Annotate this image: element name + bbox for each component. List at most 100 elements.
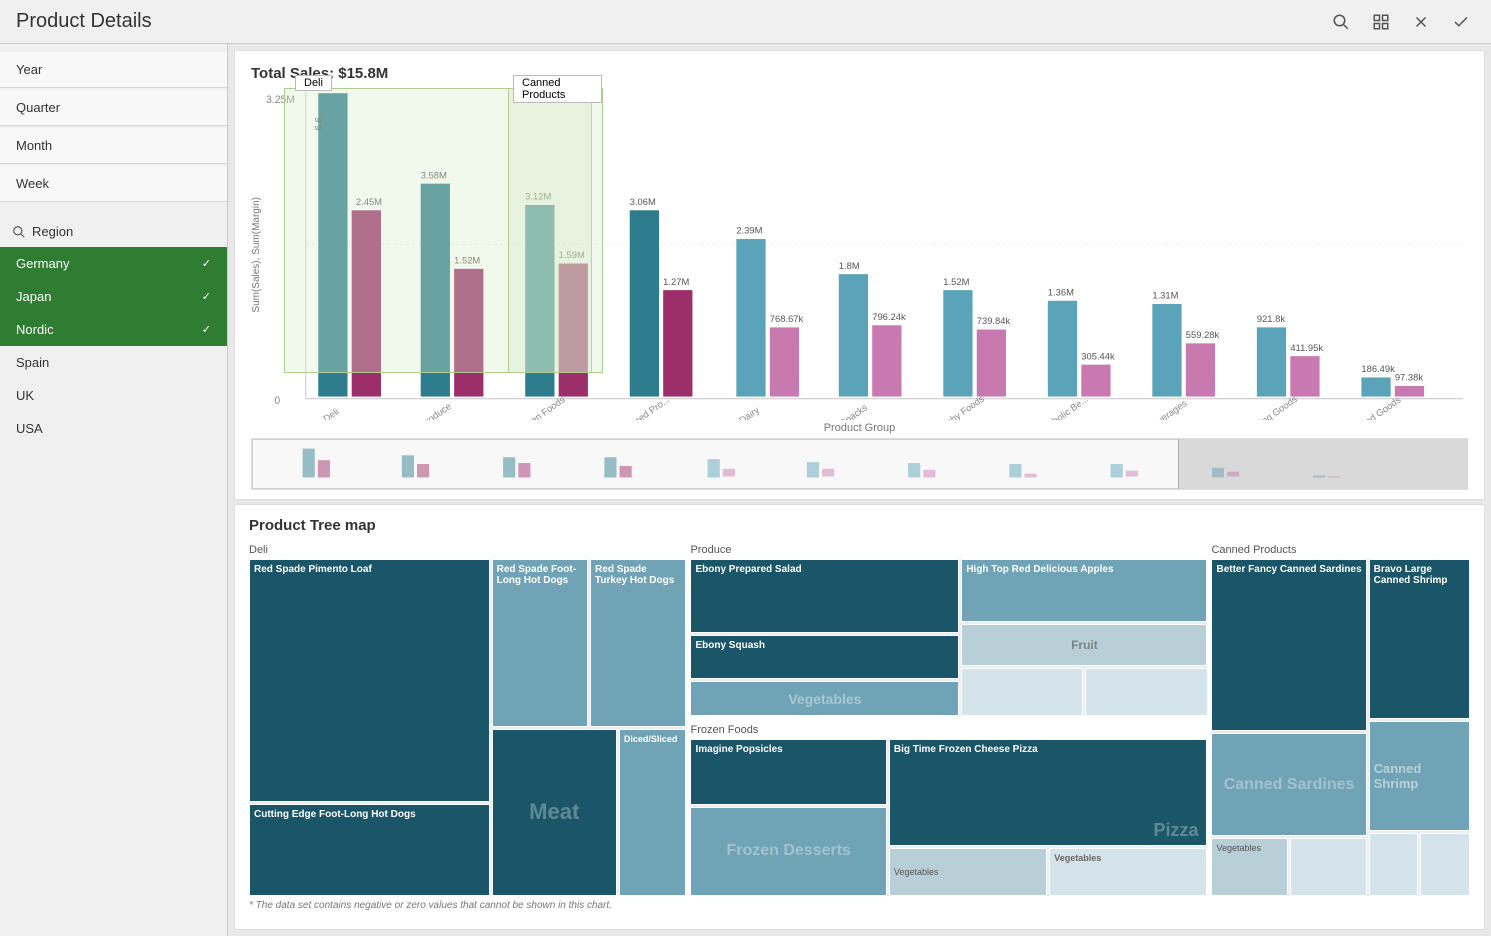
frozen-pizza-label: Big Time Frozen Cheese Pizza <box>894 744 1038 755</box>
produce-cell-salad[interactable]: Ebony Prepared Salad <box>690 559 959 633</box>
close-icon[interactable] <box>1407 8 1435 36</box>
chart-area: Sum(Sales), Sum(Margin) Deli Canned Prod… <box>251 90 1468 420</box>
filter-year[interactable]: Year <box>0 52 227 88</box>
produce-cell-vegetables[interactable]: Vegetables <box>690 681 959 716</box>
region-nordic[interactable]: Nordic ✓ <box>0 313 227 346</box>
canned-cell-sardines-wm[interactable]: Canned Sardines <box>1211 733 1366 836</box>
canned-shrimp-bravo-label: Bravo Large Canned Shrimp <box>1374 564 1465 586</box>
region-section: Region Germany ✓ Japan ✓ Nordic ✓ Spain … <box>0 216 227 936</box>
germany-check: ✓ <box>202 257 211 270</box>
produce-cell-apples[interactable]: High Top Red Delicious Apples <box>961 559 1207 622</box>
treemap-produce-section: Produce Ebony Prepared Salad Ebony Squas… <box>690 544 1207 896</box>
svg-text:768.67k: 768.67k <box>770 314 804 325</box>
treemap-canned-label: Canned Products <box>1211 544 1470 556</box>
deli-turkey-label: Red Spade Turkey Hot Dogs <box>595 564 681 586</box>
produce-squash-label: Ebony Squash <box>695 640 764 651</box>
deli-meat-watermark: Meat <box>529 799 579 825</box>
treemap-frozen-inner: Imagine Popsicles Frozen Desserts <box>690 739 1207 896</box>
nordic-check: ✓ <box>202 323 211 336</box>
svg-text:1.27M: 1.27M <box>663 277 689 288</box>
canned-small-1[interactable] <box>1369 833 1419 896</box>
x-axis-label: Product Group <box>251 422 1468 434</box>
chart-title: Total Sales: $15.8M <box>251 65 1468 82</box>
app-header: Product Details <box>0 0 1491 44</box>
deli-cutting-label: Cutting Edge Foot-Long Hot Dogs <box>254 809 416 820</box>
region-japan[interactable]: Japan ✓ <box>0 280 227 313</box>
frozen-cell-pizza[interactable]: Big Time Frozen Cheese Pizza Pizza <box>889 739 1208 846</box>
filter-month[interactable]: Month <box>0 128 227 164</box>
svg-text:411.95k: 411.95k <box>1290 343 1323 354</box>
japan-check: ✓ <box>202 290 211 303</box>
svg-text:Canned Pro...: Canned Pro... <box>618 394 672 420</box>
deli-cell-meat[interactable]: Meat <box>492 729 617 897</box>
svg-text:1.52M: 1.52M <box>943 277 969 288</box>
search-region-icon <box>12 225 26 239</box>
filter-quarter[interactable]: Quarter <box>0 90 227 126</box>
navigator-svg <box>252 439 1467 489</box>
produce-small-2[interactable] <box>1085 668 1207 716</box>
canned-sardines-better-label: Better Fancy Canned Sardines <box>1216 564 1361 575</box>
y-axis-label: Sum(Sales), Sum(Margin) <box>251 197 262 313</box>
frozen-veg-2[interactable]: Vegetables <box>1049 848 1207 896</box>
treemap-panel: Product Tree map Deli Red Spade Pimento … <box>234 504 1485 930</box>
chart-panel: Total Sales: $15.8M Sum(Sales), Sum(Marg… <box>234 50 1485 500</box>
page-title: Product Details <box>16 10 152 33</box>
svg-text:0: 0 <box>274 395 280 407</box>
deli-pimento-label: Red Spade Pimento Loaf <box>254 564 372 575</box>
deli-cell-foot-long[interactable]: Red Spade Foot-Long Hot Dogs <box>492 559 588 727</box>
settings-icon[interactable] <box>1367 8 1395 36</box>
treemap-canned-inner: Better Fancy Canned Sardines Canned Sard… <box>1211 559 1470 896</box>
region-usa[interactable]: USA <box>0 412 227 445</box>
canned-veg-1[interactable]: Vegetables <box>1211 838 1288 896</box>
region-spain[interactable]: Spain <box>0 346 227 379</box>
produce-small-1[interactable] <box>961 668 1083 716</box>
frozen-veg-1[interactable]: Vegetables <box>889 848 1047 896</box>
produce-cell-squash[interactable]: Ebony Squash <box>690 635 959 679</box>
canned-highlight-box: Canned Products <box>508 88 603 373</box>
main-layout: Year Quarter Month Week Region Germany ✓… <box>0 44 1491 936</box>
svg-text:796.24k: 796.24k <box>872 312 906 323</box>
region-uk[interactable]: UK <box>0 379 227 412</box>
svg-text:559.28k: 559.28k <box>1186 330 1220 341</box>
svg-text:Beverages: Beverages <box>1146 398 1189 420</box>
svg-text:921.8k: 921.8k <box>1257 314 1285 325</box>
confirm-icon[interactable] <box>1447 8 1475 36</box>
treemap-title: Product Tree map <box>249 517 1470 534</box>
frozen-cell-desserts[interactable]: Frozen Desserts <box>690 807 886 896</box>
sidebar: Year Quarter Month Week Region Germany ✓… <box>0 44 228 936</box>
canned-veg-2[interactable] <box>1290 838 1367 896</box>
frozen-cell-popsicles[interactable]: Imagine Popsicles <box>690 739 886 805</box>
treemap-grid: Deli Red Spade Pimento Loaf Cutting Edge… <box>249 544 1470 896</box>
svg-text:1.36M: 1.36M <box>1048 287 1074 298</box>
produce-fruit-watermark: Fruit <box>1071 638 1098 652</box>
canned-small-2[interactable] <box>1420 833 1470 896</box>
bar-chart-wrapper: Deli Canned Products 3.25M 0 <box>266 90 1468 420</box>
frozen-pizza-watermark: Pizza <box>1153 820 1198 841</box>
svg-text:1.8M: 1.8M <box>839 261 860 272</box>
canned-cell-shrimp-bravo[interactable]: Bravo Large Canned Shrimp <box>1369 559 1470 719</box>
deli-cell-turkey[interactable]: Red Spade Turkey Hot Dogs <box>590 559 686 727</box>
canned-shrimp-wm: Canned Shrimp <box>1374 761 1465 791</box>
deli-label-box: Deli <box>295 75 332 91</box>
deli-cell-diced[interactable]: Diced/Sliced <box>619 729 687 897</box>
canned-cell-shrimp-wm[interactable]: Canned Shrimp <box>1369 721 1470 831</box>
svg-text:97.38k: 97.38k <box>1395 373 1423 384</box>
chart-navigator[interactable] <box>251 438 1468 490</box>
deli-cell-cutting[interactable]: Cutting Edge Foot-Long Hot Dogs <box>249 804 490 896</box>
canned-cell-sardines-better[interactable]: Better Fancy Canned Sardines <box>1211 559 1366 731</box>
deli-cell-pimento[interactable]: Red Spade Pimento Loaf <box>249 559 490 802</box>
search-icon[interactable] <box>1327 8 1355 36</box>
svg-text:3.06M: 3.06M <box>630 197 656 208</box>
treemap-produce-inner: Ebony Prepared Salad Ebony Squash Vegeta… <box>690 559 1207 716</box>
treemap-frozen-label: Frozen Foods <box>690 724 1207 736</box>
produce-cell-fruit[interactable]: Fruit <box>961 624 1207 666</box>
treemap-deli-inner: Red Spade Pimento Loaf Cutting Edge Foot… <box>249 559 686 896</box>
canned-sardines-wm: Canned Sardines <box>1224 776 1355 794</box>
frozen-veg1-label: Vegetables <box>894 867 939 877</box>
frozen-veg2-label: Vegetables <box>1054 853 1101 863</box>
region-germany[interactable]: Germany ✓ <box>0 247 227 280</box>
canned-veg1-label: Vegetables <box>1216 843 1261 853</box>
filter-week[interactable]: Week <box>0 166 227 202</box>
svg-text:Deli: Deli <box>322 407 342 420</box>
deli-diced-label: Diced/Sliced <box>624 734 678 744</box>
